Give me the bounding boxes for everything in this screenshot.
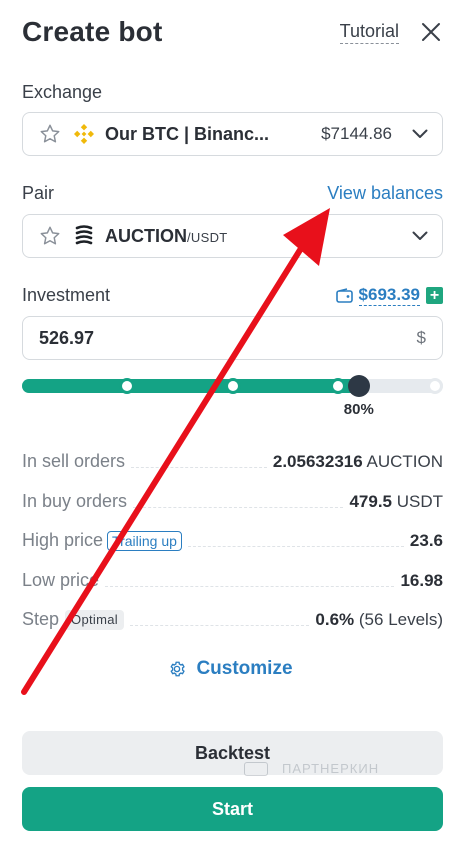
detail-leader [187, 546, 404, 547]
chevron-down-icon[interactable] [410, 124, 430, 144]
exchange-label: Exchange [22, 82, 103, 102]
detail-key: Low price [22, 570, 99, 591]
detail-value-unit: (56 Levels) [354, 610, 443, 629]
watermark-logo [244, 761, 268, 776]
pair-quote: /USDT [187, 229, 228, 245]
slider-tick[interactable] [427, 378, 443, 394]
slider-thumb[interactable] [347, 375, 370, 397]
slider-tick[interactable] [329, 378, 346, 394]
auction-icon [71, 223, 97, 249]
header: Create bot Tutorial [22, 12, 443, 52]
detail-value-number: 23.6 [409, 531, 443, 550]
exchange-select[interactable]: Our BTC | Binanc... $7144.86 [22, 112, 443, 156]
detail-key-text: Low price [22, 570, 100, 590]
detail-leader [133, 507, 344, 508]
detail-value-number: 479.5 [349, 492, 392, 511]
detail-key-text: High price [22, 530, 104, 550]
binance-icon [71, 121, 97, 147]
detail-value-number: 2.05632316 [272, 452, 363, 471]
detail-value-unit: USDT [392, 492, 443, 511]
investment-balance: $693.39 + [335, 285, 443, 306]
view-balances-link[interactable]: View balances [327, 183, 443, 204]
detail-value: 0.6% (56 Levels) [315, 610, 443, 630]
pair-base: AUCTION [105, 225, 187, 246]
exchange-amount: $7144.86 [321, 124, 392, 143]
detail-row: High price Trailing up 23.6 [22, 525, 443, 551]
detail-leader [105, 586, 395, 587]
investment-field[interactable] [39, 327, 417, 349]
slider-percent: 80% [343, 401, 374, 418]
exchange-name: Our BTC | Binanc... [105, 123, 270, 144]
gear-icon [168, 660, 186, 678]
balance-amount[interactable]: $693.39 [358, 285, 420, 306]
investment-slider[interactable] [22, 374, 443, 397]
chevron-down-icon[interactable] [410, 226, 430, 246]
slider-fill [22, 379, 366, 393]
detail-value: 2.05632316 AUCTION [273, 452, 443, 472]
detail-key-text: Step [22, 609, 60, 629]
wallet-icon [335, 288, 353, 303]
start-button[interactable]: Start [22, 787, 443, 831]
pair-label: Pair [22, 183, 55, 203]
detail-value-unit: AUCTION [362, 452, 443, 471]
star-icon[interactable] [39, 224, 63, 248]
detail-tag[interactable]: Trailing up [107, 530, 182, 551]
detail-key: In buy orders [22, 491, 127, 512]
detail-key-text: In sell orders [22, 451, 126, 471]
detail-value: 479.5 USDT [349, 492, 443, 512]
detail-value: 23.6 [410, 531, 443, 551]
close-icon[interactable] [419, 20, 443, 44]
watermark-text: ПАРТНЕРКИН [282, 761, 380, 776]
detail-key-text: In buy orders [22, 491, 128, 511]
pair-name: AUCTION/USDT [105, 226, 410, 247]
customize-button[interactable]: Customize [0, 658, 461, 680]
detail-value-number: 16.98 [400, 571, 443, 590]
detail-key: Step Optimal [22, 609, 124, 630]
detail-key: In sell orders [22, 451, 125, 472]
tutorial-link[interactable]: Tutorial [339, 21, 399, 44]
detail-value: 16.98 [400, 571, 443, 591]
detail-row: Low price 16.98 [22, 565, 443, 591]
page-title: Create bot [22, 16, 163, 47]
backtest-button[interactable]: Backtest [22, 731, 443, 775]
detail-leader [131, 467, 267, 468]
watermark: ПАРТНЕРКИН [244, 761, 379, 776]
customize-label: Customize [196, 658, 293, 679]
detail-tag: Optimal [65, 609, 124, 630]
detail-row: Step Optimal 0.6% (56 Levels) [22, 604, 443, 630]
investment-label: Investment [22, 285, 111, 305]
detail-row: In buy orders 479.5 USDT [22, 486, 443, 512]
detail-value-number: 0.6% [315, 610, 355, 629]
currency-unit: $ [416, 328, 426, 347]
investment-input[interactable]: $ [22, 316, 443, 360]
pair-select[interactable]: AUCTION/USDT [22, 214, 443, 258]
slider-tick[interactable] [224, 378, 241, 394]
detail-key: High price Trailing up [22, 530, 182, 551]
add-funds-icon[interactable]: + [426, 287, 443, 304]
detail-leader [129, 625, 310, 626]
star-icon[interactable] [39, 122, 63, 146]
detail-row: In sell orders 2.05632316 AUCTION [22, 446, 443, 472]
